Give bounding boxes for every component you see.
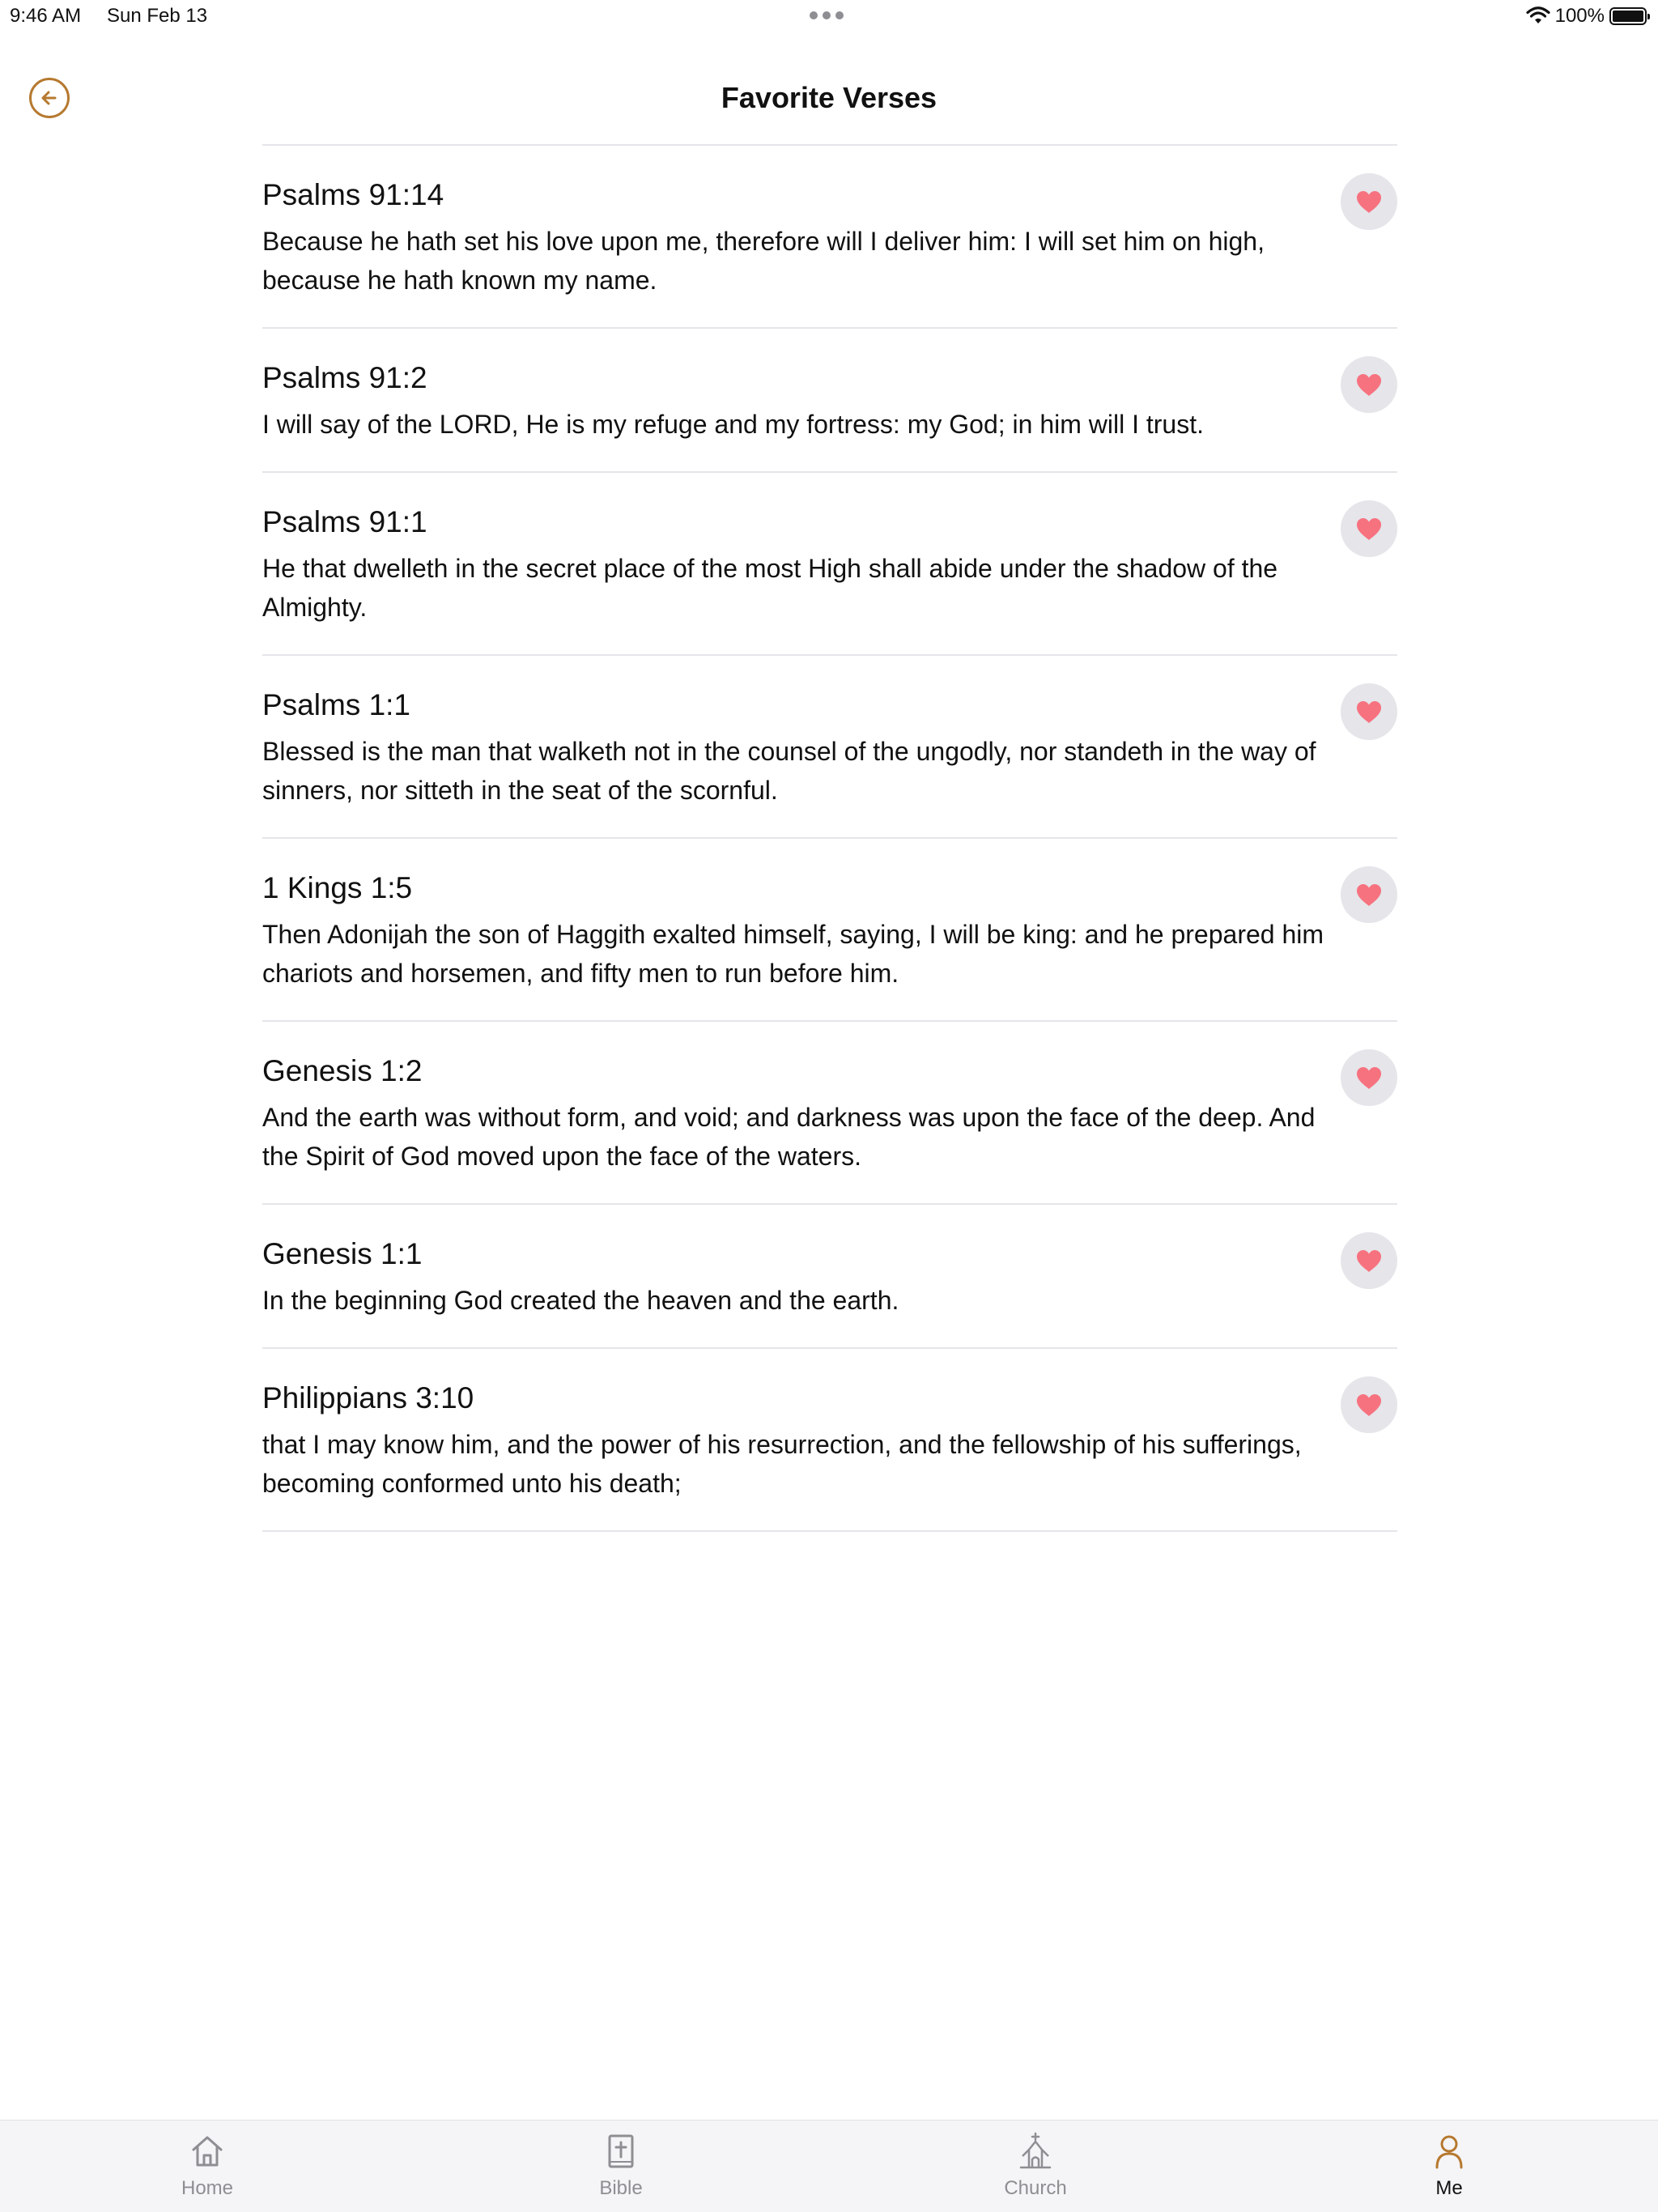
status-indicators: 100% <box>1526 3 1650 29</box>
church-icon <box>1019 2132 1052 2169</box>
tab-bar: Home Bible Church Me <box>0 2120 1658 2212</box>
battery-icon <box>1609 7 1650 25</box>
tab-me[interactable]: Me <box>1368 2121 1530 2212</box>
verse-list-item[interactable]: 1 Kings 1:5 Then Adonijah the son of Hagg… <box>262 839 1397 1022</box>
person-icon <box>1435 2135 1463 2169</box>
verse-text: And the earth was without form, and void… <box>262 1103 1316 1171</box>
verse-list-item[interactable]: Psalms 1:1 Blessed is the man that walket… <box>262 656 1397 839</box>
status-date: Sun Feb 13 <box>107 5 208 27</box>
battery-level <box>1613 11 1643 22</box>
tab-church-label: Church <box>1004 2177 1067 2199</box>
favorite-button[interactable] <box>1341 356 1397 413</box>
tab-home[interactable]: Home <box>126 2121 288 2212</box>
verse-text: Then Adonijah the son of Haggith exalted… <box>262 920 1324 988</box>
favorite-button[interactable] <box>1341 866 1397 923</box>
favorite-button[interactable] <box>1341 1049 1397 1106</box>
verse-reference: Psalms 91:2 <box>262 361 427 394</box>
battery-percentage: 100% <box>1554 5 1605 27</box>
verse-list-item[interactable]: Psalms 91:14 Because he hath set his love… <box>262 146 1397 329</box>
verse-reference: Psalms 91:14 <box>262 178 444 211</box>
page-title: Favorite Verses <box>721 81 937 114</box>
verse-reference: Philippians 3:10 <box>262 1381 474 1414</box>
heart-icon <box>1357 701 1381 723</box>
heart-icon <box>1357 1250 1381 1272</box>
tab-home-label: Home <box>181 2177 234 2199</box>
verse-text: Because he hath set his love upon me, th… <box>262 227 1265 295</box>
tab-bible-label: Bible <box>599 2177 643 2199</box>
status-time: 9:46 AM <box>10 5 82 27</box>
favorite-button[interactable] <box>1341 500 1397 557</box>
verse-list-item[interactable]: Philippians 3:10 that I may know him, and… <box>262 1349 1397 1532</box>
verse-list-item[interactable]: Psalms 91:1 He that dwelleth in the secre… <box>262 473 1397 656</box>
heart-icon <box>1357 884 1381 906</box>
wifi-icon <box>1526 6 1550 23</box>
favorite-button[interactable] <box>1341 173 1397 230</box>
heart-icon <box>1357 1394 1381 1416</box>
verse-text: I will say of the LORD, He is my refuge … <box>262 410 1204 439</box>
verse-reference: Psalms 1:1 <box>262 688 411 721</box>
home-icon <box>192 2136 223 2167</box>
status-bar: 9:46 AM Sun Feb 13 100% <box>0 0 1658 36</box>
verse-reference: 1 Kings 1:5 <box>262 871 413 904</box>
favorite-button[interactable] <box>1341 1232 1397 1289</box>
heart-icon <box>1357 1067 1381 1089</box>
tab-me-label: Me <box>1435 2177 1463 2199</box>
heart-icon <box>1357 518 1381 540</box>
tab-church[interactable]: Church <box>954 2121 1116 2212</box>
verse-reference: Genesis 1:2 <box>262 1054 423 1087</box>
verse-reference: Psalms 91:1 <box>262 505 427 538</box>
verse-text: In the beginning God created the heaven … <box>262 1286 899 1315</box>
multitasking-dots-icon[interactable] <box>810 11 848 23</box>
verse-text: that I may know him, and the power of hi… <box>262 1430 1302 1498</box>
verse-list-item[interactable]: Genesis 1:2 And the earth was without for… <box>262 1022 1397 1205</box>
verse-list-item[interactable]: Psalms 91:2 I will say of the LORD, He is… <box>262 329 1397 473</box>
favorite-button[interactable] <box>1341 1376 1397 1433</box>
heart-icon <box>1357 191 1381 213</box>
verse-text: He that dwelleth in the secret place of … <box>262 554 1278 622</box>
bible-icon <box>608 2134 634 2168</box>
heart-icon <box>1357 374 1381 396</box>
favorite-button[interactable] <box>1341 683 1397 740</box>
app-screen: 9:46 AM Sun Feb 13 100% Favorite Verses … <box>0 0 1658 2212</box>
verse-text: Blessed is the man that walketh not in t… <box>262 737 1316 805</box>
verse-list-item[interactable]: Genesis 1:1 In the beginning God created … <box>262 1205 1397 1349</box>
tab-bible[interactable]: Bible <box>540 2121 702 2212</box>
verse-list: Psalms 91:14 Because he hath set his love… <box>262 146 1397 1532</box>
verse-reference: Genesis 1:1 <box>262 1237 423 1270</box>
